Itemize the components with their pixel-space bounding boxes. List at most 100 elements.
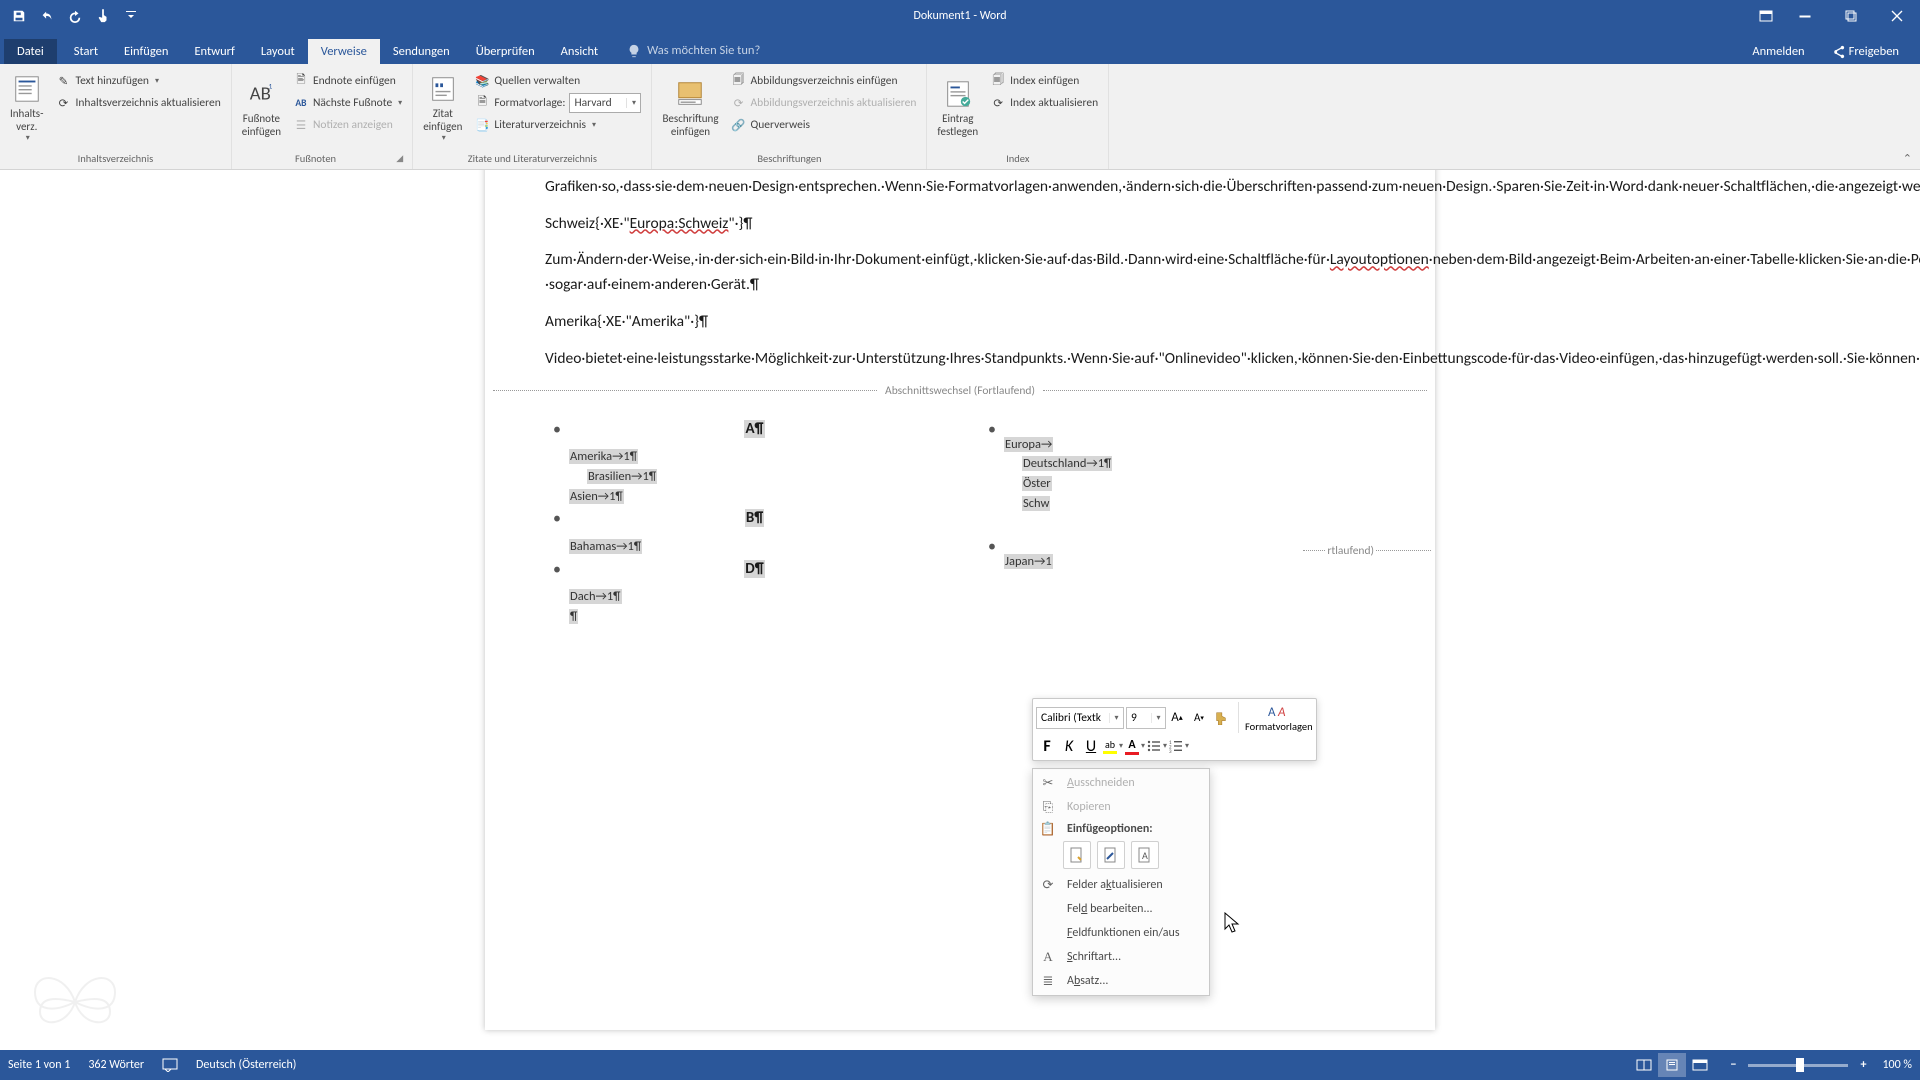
insert-caption-button[interactable]: Beschriftung einfügen: [658, 68, 722, 148]
tab-start[interactable]: Start: [61, 39, 111, 64]
numbering-button[interactable]: 123▾: [1168, 735, 1190, 757]
font-name-input[interactable]: [1037, 711, 1109, 725]
paste-merge-formatting[interactable]: [1097, 841, 1125, 869]
tab-references[interactable]: Verweise: [308, 39, 380, 64]
index-entry[interactable]: Europa→: [1004, 437, 1053, 452]
font-color-button[interactable]: A▾: [1124, 735, 1146, 757]
zoom-track[interactable]: [1748, 1064, 1848, 1067]
collapse-ribbon-button[interactable]: ⌃: [1903, 152, 1912, 165]
tab-review[interactable]: Überprüfen: [463, 39, 548, 64]
index-entry[interactable]: Deutschland→1¶: [1022, 456, 1112, 471]
print-layout-button[interactable]: [1658, 1053, 1686, 1077]
insert-footnote-button[interactable]: AB1 Fußnote einfügen: [238, 68, 285, 148]
zoom-slider[interactable]: − +: [1724, 1056, 1872, 1074]
cm-toggle-field-codes[interactable]: Feldfunktionen ein/aus: [1033, 921, 1209, 945]
language-indicator[interactable]: Deutsch (Österreich): [196, 1058, 296, 1072]
index-entry[interactable]: Brasilien→1¶: [587, 469, 657, 484]
body-text[interactable]: abzustimmen.·Wenn·Sie·auf·"Design"·klick…: [485, 170, 1435, 372]
index-entry[interactable]: Amerika→1¶: [569, 449, 638, 464]
index-letter-a[interactable]: A¶: [744, 420, 764, 438]
footnotes-launcher[interactable]: ◢: [393, 153, 406, 164]
tab-insert[interactable]: Einfügen: [111, 39, 181, 64]
qat-customize-button[interactable]: [120, 5, 142, 27]
index-letter-d[interactable]: D¶: [744, 560, 764, 578]
grow-font-button[interactable]: A▴: [1166, 707, 1188, 729]
cm-copy[interactable]: ⎘Kopieren: [1033, 795, 1209, 819]
touch-mode-button[interactable]: [92, 5, 114, 27]
tab-view[interactable]: Ansicht: [548, 39, 611, 64]
index-entry[interactable]: Dach→1¶: [569, 589, 622, 604]
undo-button[interactable]: [36, 5, 58, 27]
font-size-input[interactable]: [1127, 711, 1151, 725]
tab-layout[interactable]: Layout: [248, 39, 308, 64]
style-dropdown[interactable]: ▾: [626, 98, 640, 108]
font-size-selector[interactable]: ▾: [1126, 707, 1166, 729]
index-area[interactable]: • A¶ Amerika→1¶ Brasilien→1¶ Asien→1¶ • …: [485, 408, 1435, 668]
paragraph[interactable]: Zum·Ändern·der·Weise,·in·der·sich·ein·Bi…: [545, 248, 1375, 298]
tell-me-search[interactable]: Was möchten Sie tun?: [619, 37, 768, 64]
toc-button[interactable]: Inhalts- verz.▾: [6, 68, 47, 148]
update-toc-button[interactable]: ⟳Inhaltsverzeichnis aktualisieren: [51, 92, 224, 114]
index-entry[interactable]: Bahamas→1¶: [569, 539, 642, 554]
cm-cut[interactable]: ✂Ausschneiden: [1033, 771, 1209, 795]
index-entry[interactable]: Japan→1: [1004, 554, 1053, 569]
shrink-font-button[interactable]: A▾: [1188, 707, 1210, 729]
manage-sources-button[interactable]: 📚Quellen verwalten: [470, 70, 645, 92]
cm-edit-field[interactable]: Feld bearbeiten...: [1033, 897, 1209, 921]
add-text-button[interactable]: ✎Text hinzufügen▾: [51, 70, 224, 92]
highlight-button[interactable]: ab▾: [1102, 735, 1124, 757]
update-table-of-figures-button[interactable]: ⟳Abbildungsverzeichnis aktualisieren: [727, 92, 921, 114]
signin-link[interactable]: Anmelden: [1739, 39, 1817, 64]
tab-file[interactable]: Datei: [4, 39, 57, 64]
bold-button[interactable]: F: [1036, 735, 1058, 757]
mark-entry-button[interactable]: Eintrag festlegen: [933, 68, 982, 148]
cm-update-fields[interactable]: ⟳Felder aktualisieren: [1033, 873, 1209, 897]
paste-text-only[interactable]: A: [1131, 841, 1159, 869]
index-entry[interactable]: Asien→1¶: [569, 489, 624, 504]
close-button[interactable]: [1874, 1, 1920, 31]
zoom-thumb[interactable]: [1796, 1058, 1804, 1072]
cross-reference-button[interactable]: 🔗Querverweis: [727, 114, 921, 136]
index-entry[interactable]: Öster: [1022, 476, 1052, 491]
update-index-button[interactable]: ⟳Index aktualisieren: [986, 92, 1102, 114]
cm-paragraph[interactable]: ≣Absatz...: [1033, 969, 1209, 993]
citation-style-selector[interactable]: 🗎Formatvorlage: ▾: [470, 92, 645, 114]
zoom-out-button[interactable]: −: [1724, 1056, 1742, 1074]
paragraph[interactable]: Video·bietet·eine·leistungsstarke·Möglic…: [545, 347, 1375, 372]
bibliography-button[interactable]: 📑Literaturverzeichnis▾: [470, 114, 645, 136]
tab-design[interactable]: Entwurf: [181, 39, 247, 64]
paste-keep-formatting[interactable]: [1063, 841, 1091, 869]
share-button[interactable]: Freigeben: [1818, 39, 1912, 64]
italic-button[interactable]: K: [1058, 735, 1080, 757]
insert-table-of-figures-button[interactable]: 🗐Abbildungsverzeichnis einfügen: [727, 70, 921, 92]
zoom-level[interactable]: 100 %: [1882, 1058, 1912, 1072]
index-entry-schweiz[interactable]: Schweiz{·XE·"Europa:Schweiz"·}¶: [545, 212, 1375, 237]
web-layout-button[interactable]: [1686, 1053, 1714, 1077]
maximize-button[interactable]: [1828, 1, 1874, 31]
zoom-in-button[interactable]: +: [1854, 1056, 1872, 1074]
redo-button[interactable]: [64, 5, 86, 27]
format-painter-button[interactable]: [1210, 707, 1232, 729]
page-indicator[interactable]: Seite 1 von 1: [8, 1058, 70, 1072]
ribbon-display-options-button[interactable]: [1750, 1, 1782, 31]
save-button[interactable]: [8, 5, 30, 27]
insert-endnote-button[interactable]: 🖹Endnote einfügen: [289, 70, 406, 92]
index-entry-amerika[interactable]: Amerika{·XE·"Amerika"·}¶: [545, 310, 1375, 335]
tab-mailings[interactable]: Sendungen: [380, 39, 463, 64]
cm-font[interactable]: ASchriftart...: [1033, 945, 1209, 969]
bullets-button[interactable]: ▾: [1146, 735, 1168, 757]
font-name-selector[interactable]: ▾: [1036, 707, 1124, 729]
insert-index-button[interactable]: 🗐Index einfügen: [986, 70, 1102, 92]
index-empty-para[interactable]: ¶: [569, 609, 578, 624]
minimize-button[interactable]: [1782, 1, 1828, 31]
next-footnote-button[interactable]: ABNächste Fußnote▾: [289, 92, 406, 114]
show-notes-button[interactable]: ☰Notizen anzeigen: [289, 114, 406, 136]
style-input[interactable]: [570, 96, 626, 110]
index-entry[interactable]: Schw: [1022, 496, 1050, 511]
quick-styles-button[interactable]: AA Formatvorlagen: [1238, 702, 1313, 733]
underline-button[interactable]: U: [1080, 735, 1102, 757]
document-area[interactable]: abzustimmen.·Wenn·Sie·auf·"Design"·klick…: [0, 170, 1920, 1050]
read-mode-button[interactable]: [1630, 1053, 1658, 1077]
insert-citation-button[interactable]: Zitat einfügen▾: [419, 68, 466, 148]
index-letter-b[interactable]: B¶: [745, 509, 764, 527]
